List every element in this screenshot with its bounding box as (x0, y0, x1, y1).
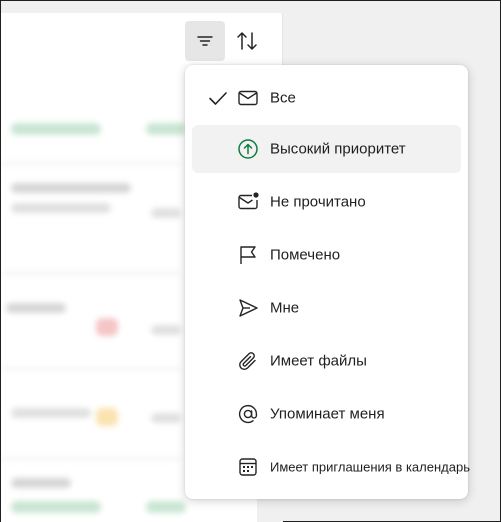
send-icon (239, 299, 258, 317)
arrow-up-circle-icon (238, 139, 258, 159)
flag-icon (240, 246, 256, 264)
filter-item-label: Все (270, 89, 296, 107)
list-item[interactable] (146, 123, 186, 135)
list-item[interactable] (11, 203, 111, 213)
filter-item-label: Мне (270, 299, 300, 317)
filter-item-all[interactable]: Все (192, 74, 461, 122)
filter-item-label: Имеет файлы (270, 352, 367, 370)
list-item[interactable] (151, 413, 181, 423)
message-list-toolbar (1, 13, 282, 61)
sort-button[interactable] (227, 21, 267, 61)
list-item[interactable] (11, 123, 101, 135)
list-item[interactable] (96, 408, 118, 426)
list-item[interactable] (11, 408, 91, 418)
list-item[interactable] (151, 208, 181, 218)
filter-item-flagged[interactable]: Помечено (192, 231, 461, 279)
list-item[interactable] (11, 501, 101, 513)
paperclip-icon (239, 352, 256, 371)
filter-item-to-me[interactable]: Мне (192, 284, 461, 332)
mail-icon (238, 90, 258, 106)
list-item[interactable] (6, 303, 66, 313)
list-item[interactable] (96, 318, 118, 336)
filter-item-label: Не прочитано (270, 193, 366, 211)
filter-menu: Все Высокий приоритет Не прочитано Помеч… (185, 65, 470, 499)
filter-item-label: Высокий приоритет (270, 140, 406, 158)
filter-item-has-files[interactable]: Имеет файлы (192, 337, 461, 385)
filter-item-mentions-me[interactable]: Упоминает меня (192, 390, 461, 438)
filter-item-label: Упоминает меня (270, 405, 385, 423)
sort-arrows-icon (237, 32, 257, 50)
filter-item-unread[interactable]: Не прочитано (192, 178, 461, 226)
list-item[interactable] (11, 183, 131, 193)
list-item[interactable] (146, 501, 186, 513)
filter-item-high-priority[interactable]: Высокий приоритет (192, 125, 461, 173)
filter-item-label: Имеет приглашения в календарь (270, 459, 470, 475)
filter-icon (197, 36, 213, 46)
mail-unread-icon (238, 192, 259, 210)
calendar-icon (239, 458, 257, 476)
filter-item-label: Помечено (270, 246, 341, 264)
at-sign-icon (238, 405, 258, 424)
filter-button[interactable] (185, 21, 225, 61)
checkmark-icon (209, 92, 227, 105)
list-item[interactable] (11, 478, 71, 488)
list-item[interactable] (151, 325, 181, 335)
filter-item-calendar-invites[interactable]: Имеет приглашения в календарь (192, 443, 470, 491)
